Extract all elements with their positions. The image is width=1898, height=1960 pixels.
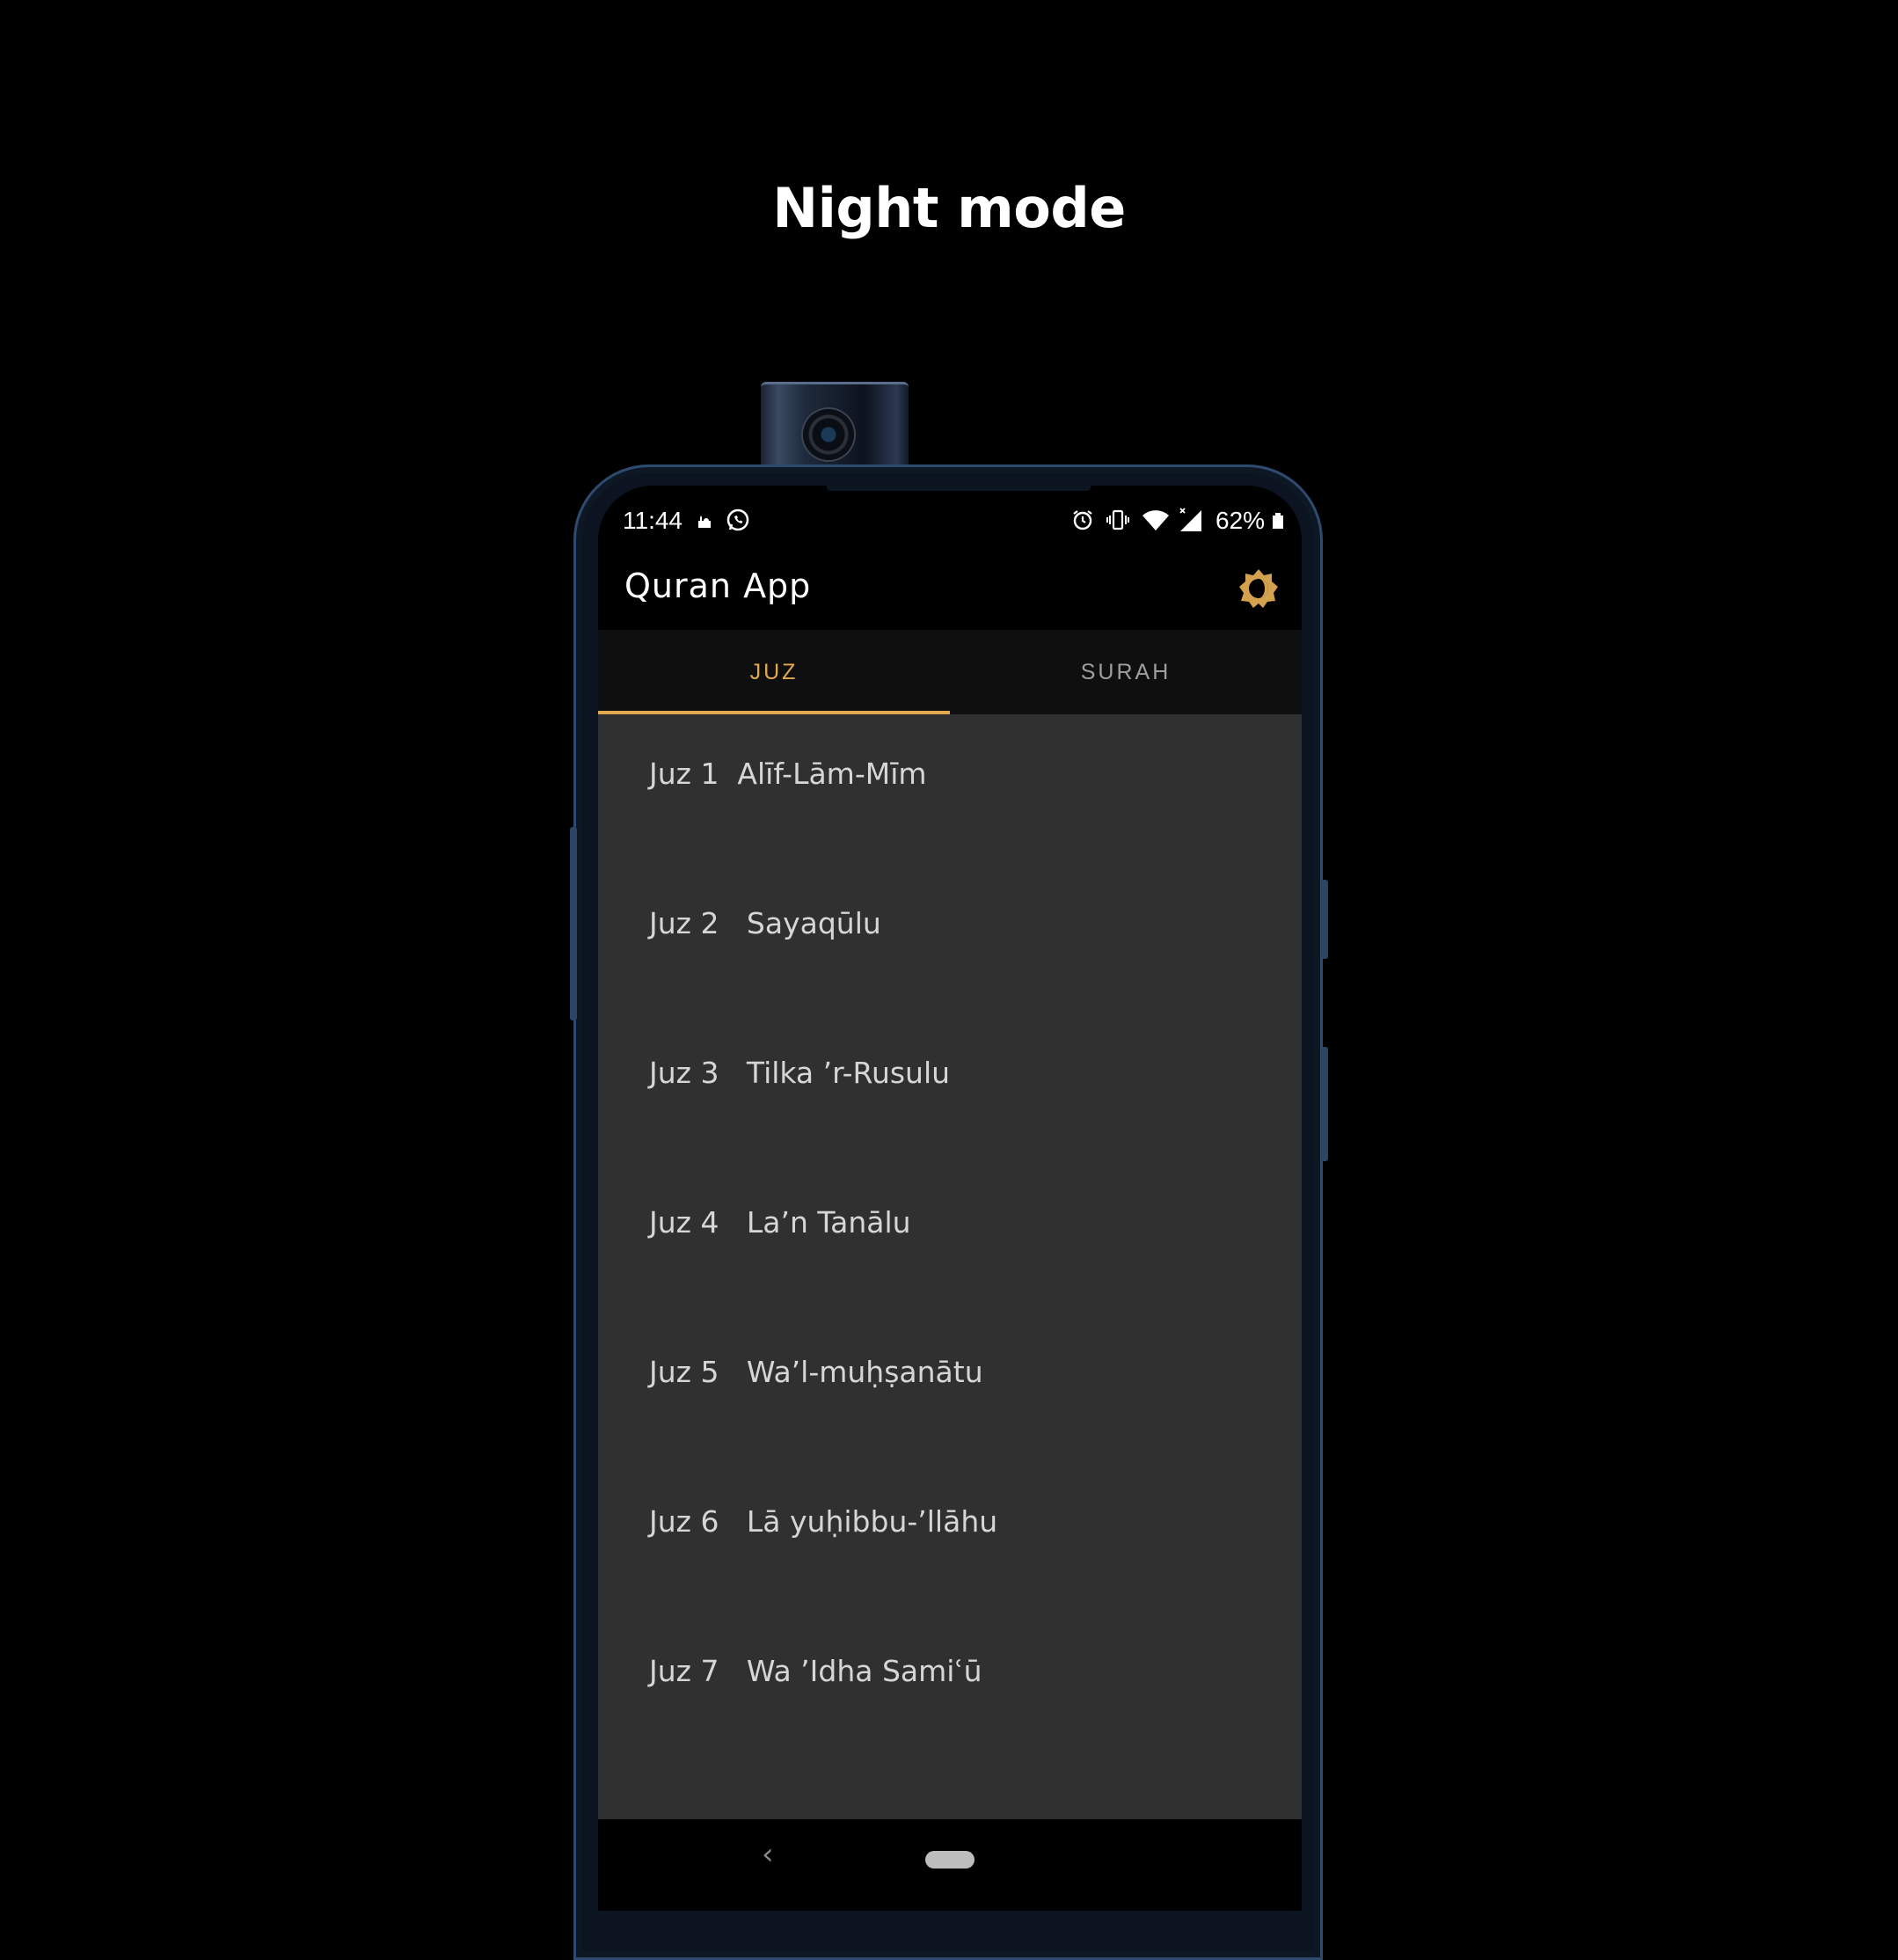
list-item[interactable]: Juz 7 Wa ’Idha Samiʿū xyxy=(598,1612,1302,1761)
status-bar: 11:44 62% xyxy=(598,498,1302,542)
side-button-right-top xyxy=(1321,880,1328,959)
list-item[interactable]: Juz 2 Sayaqūlu xyxy=(598,864,1302,1013)
back-icon[interactable]: ‹ xyxy=(762,1837,774,1872)
tab-bar: JUZ SURAH xyxy=(598,630,1302,714)
juz-label: Juz 5 Wa’l-muḥṣanātu xyxy=(649,1355,983,1389)
tab-surah[interactable]: SURAH xyxy=(950,630,1302,714)
battery-percent: 62% xyxy=(1215,507,1266,534)
status-time: 11:44 xyxy=(623,507,683,534)
mosque-icon xyxy=(693,505,718,535)
juz-list: Juz 1 Alīf-Lām-Mīm Juz 2 Sayaqūlu Juz 3 … xyxy=(598,714,1302,1819)
earpiece xyxy=(827,486,1091,491)
tab-juz-label: JUZ xyxy=(749,659,799,684)
home-pill-button[interactable] xyxy=(925,1851,975,1869)
list-item[interactable]: Juz 1 Alīf-Lām-Mīm xyxy=(598,714,1302,864)
side-button-left xyxy=(570,827,577,1020)
list-item[interactable]: Juz 5 Wa’l-muḥṣanātu xyxy=(598,1313,1302,1462)
side-button-right-bottom xyxy=(1321,1047,1328,1161)
app-bar: Quran App xyxy=(598,542,1302,630)
phone-screen: 11:44 62% Quran App JUZ SURAH Juz 1 Alīf… xyxy=(598,486,1302,1911)
list-item[interactable]: Juz 3 Tilka ’r-Rusulu xyxy=(598,1013,1302,1163)
tab-surah-label: SURAH xyxy=(1080,659,1172,684)
vibrate-icon xyxy=(1103,505,1133,535)
battery-icon xyxy=(1270,505,1286,535)
headline: Night mode xyxy=(772,176,1126,240)
juz-label: Juz 3 Tilka ’r-Rusulu xyxy=(649,1056,951,1090)
juz-label: Juz 4 La’n Tanālu xyxy=(649,1205,911,1240)
popup-camera xyxy=(761,382,909,472)
juz-label: Juz 1 Alīf-Lām-Mīm xyxy=(649,757,927,791)
whatsapp-icon xyxy=(723,505,753,535)
list-item[interactable]: Juz 4 La’n Tanālu xyxy=(598,1163,1302,1313)
juz-label: Juz 7 Wa ’Idha Samiʿū xyxy=(649,1654,982,1688)
alarm-icon xyxy=(1068,505,1098,535)
app-title: Quran App xyxy=(624,567,812,605)
navigation-bar: ‹ xyxy=(598,1819,1302,1911)
juz-label: Juz 6 Lā yuḥibbu-’llāhu xyxy=(649,1504,998,1539)
tab-juz[interactable]: JUZ xyxy=(598,630,950,714)
camera-lens-icon xyxy=(803,409,854,460)
juz-label: Juz 2 Sayaqūlu xyxy=(649,906,881,940)
signal-icon xyxy=(1177,505,1207,535)
theme-brightness-icon[interactable] xyxy=(1238,568,1279,609)
list-item[interactable]: Juz 6 Lā yuḥibbu-’llāhu xyxy=(598,1462,1302,1612)
wifi-icon xyxy=(1140,505,1172,535)
